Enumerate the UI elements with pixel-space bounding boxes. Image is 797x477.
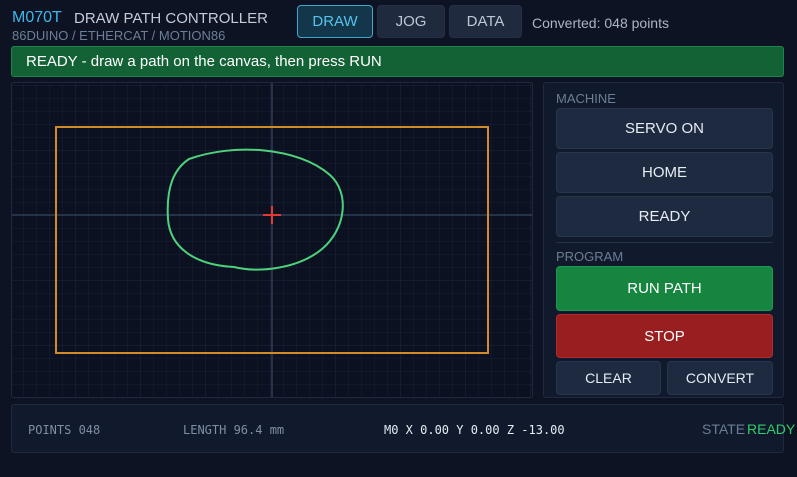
tab-data[interactable]: DATA <box>449 5 522 38</box>
section-divider <box>556 242 773 243</box>
program-section-label: PROGRAM <box>556 249 624 264</box>
clear-button[interactable]: CLEAR <box>556 361 661 395</box>
header: M070T DRAW PATH CONTROLLER 86DUINO / ETH… <box>0 0 797 44</box>
machine-section-label: MACHINE <box>556 91 616 106</box>
tab-jog[interactable]: JOG <box>377 5 445 38</box>
brand-label: M070T <box>12 9 62 26</box>
stop-button[interactable]: STOP <box>556 314 773 358</box>
state-label: STATE <box>702 421 746 437</box>
convert-button[interactable]: CONVERT <box>667 361 773 395</box>
converted-points-readout: Converted: 048 points <box>532 15 669 31</box>
length-readout: LENGTH 96.4 mm <box>183 423 285 437</box>
points-readout: POINTS 048 <box>28 423 101 437</box>
home-button[interactable]: HOME <box>556 152 773 193</box>
canvas-svg <box>12 83 532 397</box>
app-subtitle: 86DUINO / ETHERCAT / MOTION86 <box>12 28 226 43</box>
state-value: READY <box>747 421 796 437</box>
position-readout: M0 X 0.00 Y 0.00 Z -13.00 <box>384 423 565 437</box>
ready-button[interactable]: READY <box>556 196 773 237</box>
status-banner: READY - draw a path on the canvas, then … <box>11 46 784 77</box>
servo-on-button[interactable]: SERVO ON <box>556 108 773 149</box>
app-title: DRAW PATH CONTROLLER <box>74 10 268 27</box>
control-sidebar: MACHINE SERVO ON HOME READY PROGRAM RUN … <box>543 82 784 398</box>
run-path-button[interactable]: RUN PATH <box>556 266 773 311</box>
status-footer: POINTS 048 LENGTH 96.4 mm M0 X 0.00 Y 0.… <box>11 404 795 453</box>
tab-draw[interactable]: DRAW <box>297 5 373 38</box>
drawing-canvas[interactable] <box>11 82 533 398</box>
